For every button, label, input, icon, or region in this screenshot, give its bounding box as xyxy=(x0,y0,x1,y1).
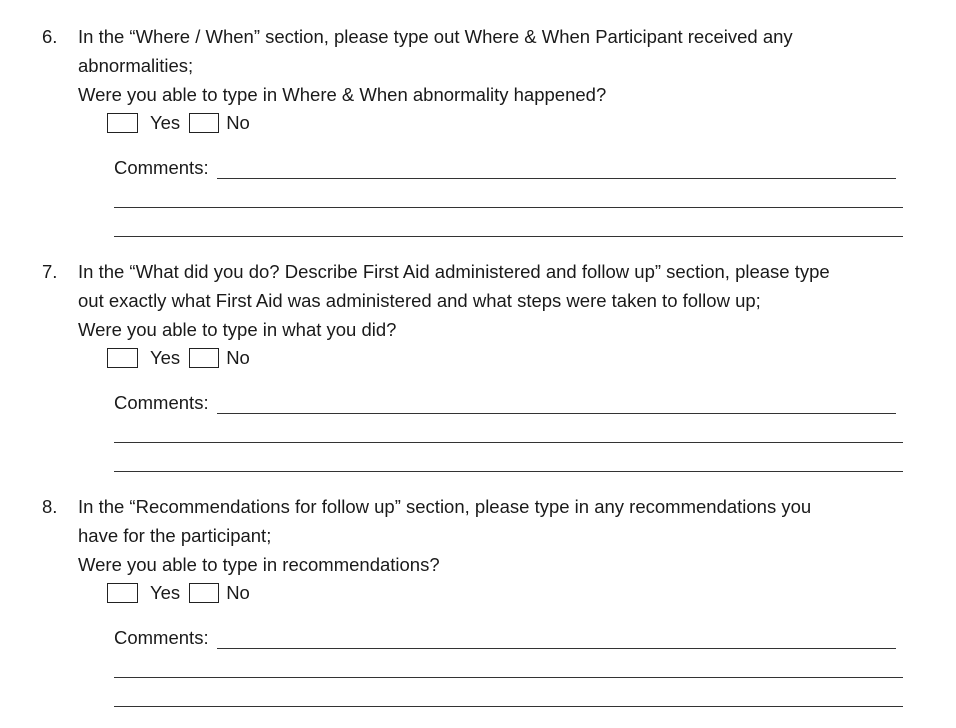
comments-label: Comments: xyxy=(114,157,209,178)
no-checkbox[interactable] xyxy=(189,348,220,368)
question-text: In the “Where / When” section, please ty… xyxy=(78,22,918,109)
question-line: have for the participant; xyxy=(78,525,272,546)
question-line: Were you able to type in what you did? xyxy=(78,319,397,340)
comments-label: Comments: xyxy=(114,627,209,648)
no-label: No xyxy=(226,347,250,368)
question-line: In the “Recommendations for follow up” s… xyxy=(78,496,812,517)
comments-line-2[interactable] xyxy=(114,677,903,678)
no-checkbox[interactable] xyxy=(189,583,220,603)
yes-checkbox[interactable] xyxy=(107,348,138,368)
yes-label: Yes xyxy=(150,347,181,368)
yes-checkbox[interactable] xyxy=(107,113,138,133)
comments-line-3[interactable] xyxy=(114,471,903,472)
comments-line-3[interactable] xyxy=(114,706,903,707)
yes-label: Yes xyxy=(150,112,181,133)
yes-no-choices: Yes No xyxy=(107,346,250,370)
comments-line-1[interactable] xyxy=(217,413,896,414)
yes-label: Yes xyxy=(150,582,181,603)
question-line: In the “What did you do? Describe First … xyxy=(78,261,830,282)
question-text: In the “Recommendations for follow up” s… xyxy=(78,492,918,579)
comments-line-1[interactable] xyxy=(217,648,896,649)
question-number: 6. xyxy=(42,26,58,47)
question-line: Were you able to type in recommendations… xyxy=(78,554,440,575)
question-number: 7. xyxy=(42,261,58,282)
comments-line-2[interactable] xyxy=(114,207,903,208)
yes-checkbox[interactable] xyxy=(107,583,138,603)
question-line: Were you able to type in Where & When ab… xyxy=(78,84,607,105)
no-checkbox[interactable] xyxy=(189,113,220,133)
question-line: abnormalities; xyxy=(78,55,194,76)
comments-label: Comments: xyxy=(114,392,209,413)
question-number: 8. xyxy=(42,496,58,517)
no-label: No xyxy=(226,112,250,133)
comments-line-2[interactable] xyxy=(114,442,903,443)
question-line: In the “Where / When” section, please ty… xyxy=(78,26,793,47)
comments-line-3[interactable] xyxy=(114,236,903,237)
question-line: out exactly what First Aid was administe… xyxy=(78,290,761,311)
question-text: In the “What did you do? Describe First … xyxy=(78,257,918,344)
comments-line-1[interactable] xyxy=(217,178,896,179)
yes-no-choices: Yes No xyxy=(107,581,250,605)
yes-no-choices: Yes No xyxy=(107,111,250,135)
no-label: No xyxy=(226,582,250,603)
